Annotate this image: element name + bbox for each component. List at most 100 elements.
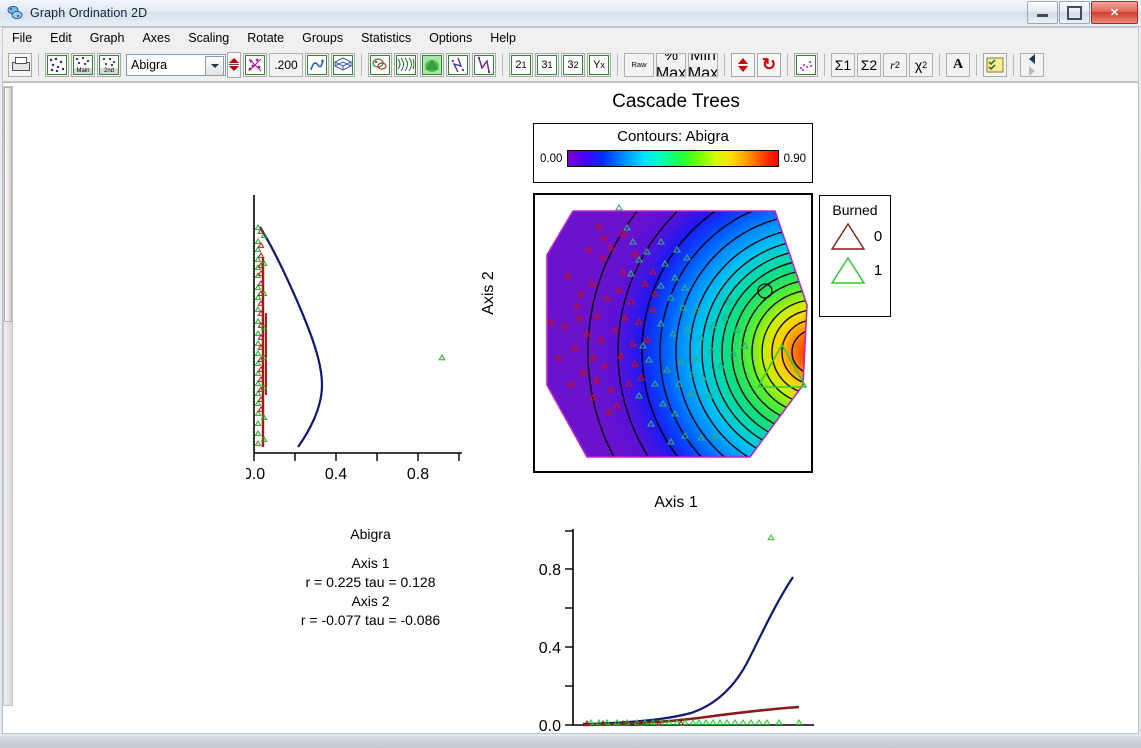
toolbar-group-axes: 21 31 32 Yx: [508, 51, 612, 79]
axis-3-2-button[interactable]: 32: [561, 52, 585, 77]
contour-plot-surface: [535, 195, 811, 471]
sum-axis2-label: Σ2: [860, 56, 878, 73]
minimize-button[interactable]: [1027, 1, 1058, 24]
left-marginal-plot[interactable]: 0.0 0.4 0.8: [246, 195, 468, 483]
toolbar-group-points: [793, 51, 819, 79]
sum-axis1-label: Σ1: [834, 56, 852, 73]
up-down-arrows-button[interactable]: [731, 52, 755, 77]
left-marginal-svg: 0.0 0.4 0.8: [246, 195, 462, 483]
spinner-down-icon[interactable]: [229, 66, 239, 71]
menu-item-help[interactable]: Help: [481, 29, 525, 47]
stats-axis1-values: r = 0.225 tau = 0.128: [305, 574, 436, 590]
close-icon: ✕: [1109, 7, 1120, 19]
points-box-button[interactable]: [794, 52, 818, 77]
refresh-button[interactable]: ↻: [757, 52, 781, 77]
join-plot-button[interactable]: [305, 52, 329, 77]
r-squared-button[interactable]: r2: [883, 52, 907, 77]
axis-y-x-label: Y: [593, 58, 601, 71]
chevron-down-icon[interactable]: [205, 55, 224, 76]
window-title: Graph Ordination 2D: [30, 6, 148, 20]
toolbar-group-checklist: [982, 51, 1008, 79]
menu-item-options[interactable]: Options: [420, 29, 481, 47]
scatter-main-label: Main: [76, 67, 90, 74]
printer-icon: [11, 56, 30, 73]
spinner-up-icon[interactable]: [229, 58, 239, 63]
plot-canvas[interactable]: Cascade Trees Contours: Abigra 0.00 0.90: [2, 82, 1139, 734]
spinner-divider: [229, 64, 239, 65]
vertical-scrollbar[interactable]: [3, 86, 13, 706]
burned-legend-row-0: 0: [820, 220, 890, 252]
raw-scaling-button[interactable]: Raw: [624, 52, 654, 77]
threshold-spinner[interactable]: [227, 51, 241, 78]
menu-item-file[interactable]: File: [3, 29, 41, 47]
step-back-button[interactable]: [1020, 52, 1044, 77]
sum-axis1-button[interactable]: Σ1: [831, 52, 855, 77]
chi-squared-label: χ: [914, 56, 923, 73]
bottom-marginal-svg: 0.0 0.4 0.8: [539, 529, 814, 733]
axis-3-2-icon: 32: [563, 54, 583, 75]
application-window: Graph Ordination 2D ✕ File Edit Graph Ax…: [0, 0, 1141, 748]
chi-squared-button[interactable]: χ2: [909, 52, 933, 77]
menu-item-edit[interactable]: Edit: [41, 29, 81, 47]
axis-3-1-sub: 1: [547, 59, 553, 70]
bottom-marginal-plot[interactable]: 0.0 0.4 0.8: [531, 529, 816, 733]
menu-item-statistics[interactable]: Statistics: [352, 29, 420, 47]
toolbar-group-surface: [367, 51, 497, 79]
menu-item-scaling[interactable]: Scaling: [179, 29, 238, 47]
overlay-points-button[interactable]: [243, 52, 267, 77]
checklist-button[interactable]: [983, 52, 1007, 77]
species-select[interactable]: Abigra: [126, 53, 226, 76]
mesh-grid-button[interactable]: [331, 52, 355, 77]
scatter-plot-icon: [47, 54, 67, 75]
surface-fill-button[interactable]: [420, 52, 444, 77]
axis-3-1-icon: 31: [537, 54, 557, 75]
percent-max-bottom: Max: [656, 64, 686, 77]
restore-icon: [1067, 5, 1082, 20]
menu-item-axes[interactable]: Axes: [133, 29, 179, 47]
vertical-scrollbar-thumb[interactable]: [4, 87, 12, 322]
toolbar-group-stepper: [1019, 51, 1045, 79]
axis-3-1-button[interactable]: 31: [535, 52, 559, 77]
stats-spacer: [263, 544, 478, 554]
biplot-button[interactable]: [368, 52, 392, 77]
restore-button[interactable]: [1059, 1, 1090, 24]
vector-overlay-2-button[interactable]: [472, 52, 496, 77]
print-button[interactable]: [8, 52, 32, 77]
percent-max-button[interactable]: % Max: [656, 52, 686, 77]
scatter-plot-button[interactable]: [45, 52, 69, 77]
colorbar-gradient: [567, 150, 779, 167]
menu-item-groups[interactable]: Groups: [293, 29, 352, 47]
left-plot-tick-1: 0.4: [325, 466, 347, 483]
axis-y-x-button[interactable]: Yx: [587, 52, 611, 77]
burned-legend-title: Burned: [832, 202, 878, 218]
axis-2-1-button[interactable]: 21: [509, 52, 533, 77]
burned-legend-value-0: 0: [873, 227, 883, 245]
menu-item-rotate[interactable]: Rotate: [238, 29, 293, 47]
window-controls: ✕: [1026, 1, 1138, 24]
weave-surface-button[interactable]: [394, 52, 418, 77]
threshold-value-button[interactable]: .200: [269, 52, 303, 77]
menu-item-graph[interactable]: Graph: [81, 29, 134, 47]
toolbar-group-scaling: Raw % Max Min Max: [623, 51, 719, 79]
scatter-second-button[interactable]: 2nd: [97, 52, 121, 77]
axis-y-x-icon: Yx: [589, 54, 609, 75]
threshold-value: .200: [274, 57, 298, 72]
sum-axis2-button[interactable]: Σ2: [857, 52, 881, 77]
vector-overlay-icon: [448, 54, 468, 75]
scatter-second-icon: 2nd: [99, 54, 119, 75]
axis-2-label: Axis 2: [480, 271, 497, 315]
vector-overlay-button[interactable]: [446, 52, 470, 77]
contour-legend-scale: 0.00 0.90: [534, 150, 812, 167]
left-plot-tick-2: 0.8: [407, 466, 429, 483]
contour-legend-title: Contours: Abigra: [617, 128, 729, 145]
contour-plot[interactable]: [533, 193, 813, 473]
plot-title: Cascade Trees: [612, 91, 740, 112]
scatter-main-button[interactable]: Main: [71, 52, 95, 77]
mesh-grid-icon: [333, 54, 353, 75]
axis-y-x-sub: x: [600, 59, 605, 70]
min-max-button[interactable]: Min Max: [688, 52, 718, 77]
biplot-icon: [370, 54, 390, 75]
vector-overlay-2-icon: [474, 54, 494, 75]
close-button[interactable]: ✕: [1091, 1, 1138, 24]
font-button[interactable]: A: [946, 52, 970, 77]
